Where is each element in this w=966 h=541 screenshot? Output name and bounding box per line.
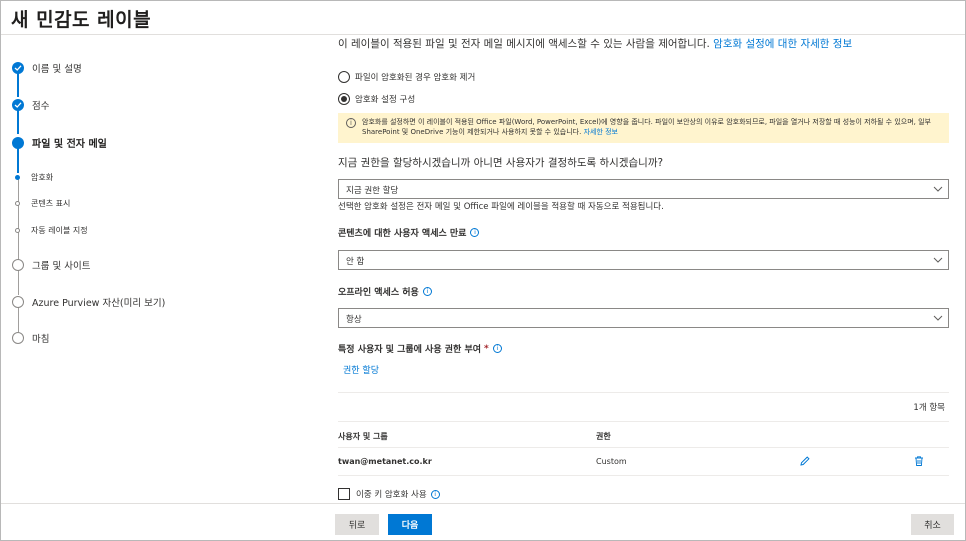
assign-question: 지금 권한을 할당하시겠습니까 아니면 사용자가 결정하도록 하시겠습니까?: [338, 157, 664, 169]
page-title: 새 민감도 레이블: [11, 9, 152, 31]
divider: [338, 447, 949, 448]
step-purview-assets[interactable]: Azure Purview 자산(미리 보기): [12, 295, 165, 309]
warning-message: 암호화를 설정하면 이 레이블이 적용된 Office 파일(Word, Pow…: [362, 118, 931, 136]
step-label: 점수: [32, 101, 50, 112]
stepper-rail: [17, 147, 19, 173]
checkbox[interactable]: [338, 488, 350, 500]
dropdown-value: 안 함: [346, 257, 365, 267]
step-label: Azure Purview 자산(미리 보기): [32, 298, 166, 309]
substep-label: 자동 레이블 지정: [31, 226, 88, 235]
offline-label-text: 오프라인 액세스 허용: [338, 288, 419, 298]
offline-access-dropdown[interactable]: 항상: [338, 308, 949, 328]
dropdown-value: 지금 권한 할당: [346, 186, 399, 196]
step-score[interactable]: 점수: [12, 98, 49, 112]
current-substep-dot: [15, 175, 20, 180]
table-cell-permission: Custom: [596, 457, 627, 466]
page-header: 새 민감도 레이블: [1, 1, 965, 35]
delete-trash-icon[interactable]: [913, 455, 925, 467]
radio-label: 암호화 설정 구성: [355, 95, 416, 105]
substep-label: 콘텐츠 표시: [31, 199, 71, 208]
item-count: 1개 항목: [913, 403, 945, 413]
check-icon: [12, 62, 24, 74]
chevron-down-icon: [933, 257, 943, 263]
column-header-permission[interactable]: 권한: [596, 431, 611, 442]
double-key-encryption-option[interactable]: 이중 키 암호화 사용 i: [338, 488, 440, 500]
wizard-footer: 뒤로 다음 취소: [1, 503, 965, 540]
expire-label-text: 콘텐츠에 대한 사용자 액세스 만료: [338, 229, 467, 239]
divider: [338, 392, 949, 393]
intro-description: 이 레이블이 적용된 파일 및 전자 메일 메시지에 액세스할 수 있는 사람을…: [338, 38, 710, 50]
expire-access-dropdown[interactable]: 안 함: [338, 250, 949, 270]
checkbox-label: 이중 키 암호화 사용: [356, 490, 427, 500]
main-content: 이 레이블이 적용된 파일 및 전자 메일 메시지에 액세스할 수 있는 사람을…: [338, 36, 950, 502]
encryption-settings-link[interactable]: 암호화 설정에 대한 자세한 정보: [713, 38, 852, 50]
info-icon[interactable]: i: [492, 344, 502, 353]
current-step-icon: [12, 136, 24, 149]
stepper-rail-pending: [17, 179, 19, 261]
stepper-rail: [17, 73, 19, 97]
radio-label: 파일이 암호화된 경우 암호화 제거: [355, 73, 476, 83]
info-icon[interactable]: i: [430, 489, 440, 499]
pending-step-icon: [12, 259, 24, 271]
wizard-stepper: 이름 및 설명 점수 파일 및 전자 메일 암호화 콘텐츠 표시 자동 레이블 …: [0, 36, 320, 502]
stepper-rail-pending: [17, 306, 19, 332]
step-label: 파일 및 전자 메일: [32, 139, 107, 150]
warning-learn-more-link[interactable]: 자세한 정보: [584, 128, 618, 136]
step-label: 그룹 및 사이트: [32, 261, 91, 272]
substep-encryption[interactable]: 암호화: [14, 172, 53, 183]
step-label: 이름 및 설명: [32, 64, 82, 75]
radio-button-selected[interactable]: [338, 93, 350, 105]
divider: [338, 475, 949, 476]
info-icon[interactable]: i: [422, 287, 432, 296]
radio-button[interactable]: [338, 71, 350, 83]
info-icon: i: [346, 118, 356, 128]
assign-permissions-dropdown[interactable]: 지금 권한 할당: [338, 179, 949, 199]
users-field-label: 특정 사용자 및 그룹에 사용 권한 부여 * i: [338, 342, 502, 355]
edit-pencil-icon[interactable]: [799, 455, 811, 467]
step-name-description[interactable]: 이름 및 설명: [12, 61, 82, 75]
cancel-button[interactable]: 취소: [911, 514, 954, 535]
divider: [338, 421, 949, 422]
step-files-email[interactable]: 파일 및 전자 메일: [12, 135, 107, 150]
radio-remove-encryption[interactable]: 파일이 암호화된 경우 암호화 제거: [338, 71, 475, 83]
check-icon: [12, 99, 24, 111]
step-finish[interactable]: 마침: [12, 331, 49, 345]
pending-step-icon: [12, 296, 24, 308]
column-header-users[interactable]: 사용자 및 그룹: [338, 431, 388, 442]
dropdown-value: 항상: [346, 315, 362, 325]
warning-banner: i 암호화를 설정하면 이 레이블이 적용된 Office 파일(Word, P…: [338, 113, 949, 143]
step-groups-sites[interactable]: 그룹 및 사이트: [12, 258, 90, 272]
expire-field-label: 콘텐츠에 대한 사용자 액세스 만료 i: [338, 226, 480, 239]
back-button[interactable]: 뒤로: [335, 514, 379, 535]
radio-configure-encryption[interactable]: 암호화 설정 구성: [338, 93, 415, 105]
required-marker: *: [484, 343, 489, 354]
chevron-down-icon: [933, 186, 943, 192]
stepper-rail-pending: [17, 269, 19, 295]
table-cell-user: twan@metanet.co.kr: [338, 457, 432, 466]
assign-permissions-link[interactable]: 권한 할당: [343, 363, 379, 376]
next-button[interactable]: 다음: [388, 514, 432, 535]
substep-auto-labeling[interactable]: 자동 레이블 지정: [14, 225, 88, 236]
warning-text: 암호화를 설정하면 이 레이블이 적용된 Office 파일(Word, Pow…: [362, 117, 941, 139]
step-label: 마침: [32, 334, 50, 345]
offline-field-label: 오프라인 액세스 허용 i: [338, 285, 432, 298]
helper-text: 선택한 암호화 설정은 전자 메일 및 Office 파일에 레이블을 적용할 …: [338, 202, 664, 212]
stepper-rail: [17, 110, 19, 134]
chevron-down-icon: [933, 315, 943, 321]
substep-content-marking[interactable]: 콘텐츠 표시: [14, 198, 70, 209]
pending-step-icon: [12, 332, 24, 344]
pending-substep-dot: [15, 228, 20, 233]
pending-substep-dot: [15, 201, 20, 206]
substep-label: 암호화: [31, 173, 54, 182]
info-icon[interactable]: i: [470, 228, 480, 237]
intro-text: 이 레이블이 적용된 파일 및 전자 메일 메시지에 액세스할 수 있는 사람을…: [338, 36, 852, 51]
users-label-text: 특정 사용자 및 그룹에 사용 권한 부여: [338, 345, 482, 355]
